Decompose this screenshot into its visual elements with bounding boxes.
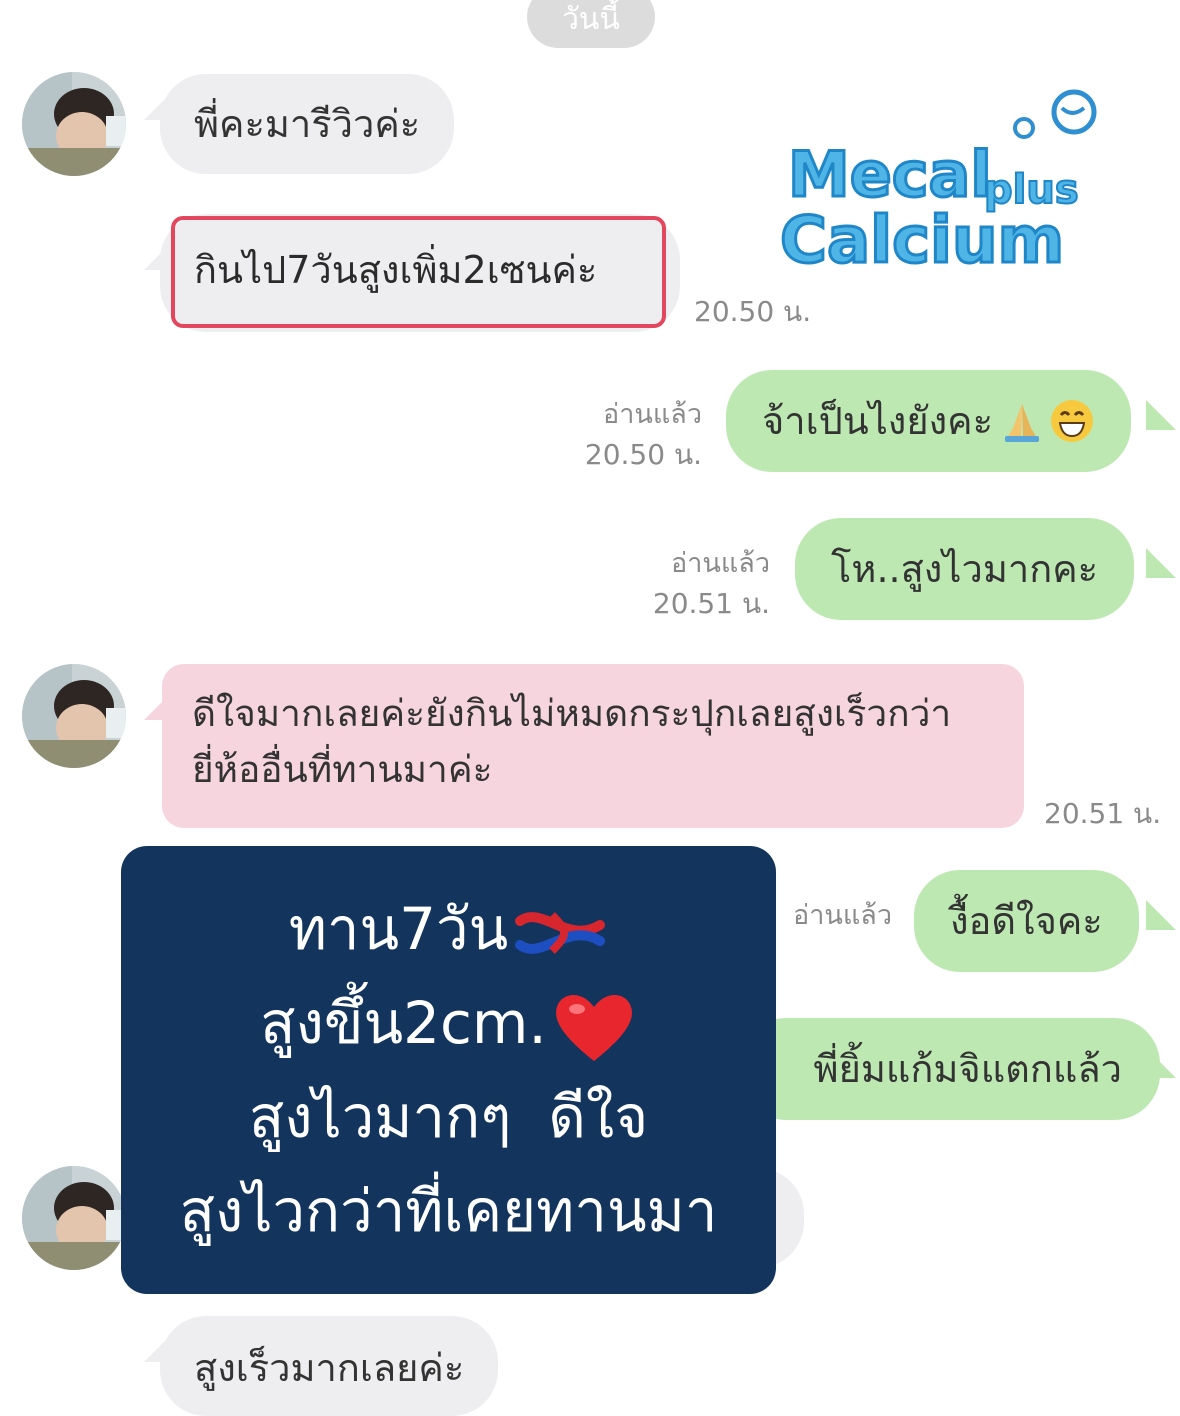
knot-icon bbox=[515, 912, 606, 954]
message-bubble-outgoing[interactable]: งื้อดีใจคะ bbox=[914, 870, 1139, 972]
promo-overlay: ทาน7วัน สูงขึ้น2cm. สูงไวมากๆ ดีใจ สูงไว… bbox=[121, 846, 776, 1294]
date-divider: วันนี้ bbox=[527, 0, 655, 48]
message-text: งื้อดีใจคะ bbox=[950, 899, 1103, 943]
read-status: อ่านแล้ว bbox=[603, 399, 702, 430]
message-text: โห..สูงไวมากคะ bbox=[831, 547, 1099, 591]
message-meta: อ่านแล้ว 20.51 น. bbox=[628, 544, 770, 624]
message-bubble-outgoing[interactable]: พี่ยิ้มแก้มจิแตกแล้ว bbox=[740, 1018, 1160, 1120]
avatar[interactable] bbox=[22, 664, 126, 768]
bubble-tail bbox=[1146, 900, 1176, 930]
bubble-tail bbox=[144, 1332, 174, 1362]
avatar[interactable] bbox=[22, 1166, 126, 1270]
brand-logo: Mecal plus Calcium bbox=[770, 88, 1110, 298]
brand-sub: Calcium bbox=[778, 203, 1065, 280]
bubble-tail bbox=[1146, 1048, 1176, 1078]
message-bubble-incoming[interactable]: สูงเร็วมากเลยค่ะ bbox=[160, 1316, 499, 1416]
user-photo-icon bbox=[22, 72, 126, 176]
avatar[interactable] bbox=[22, 72, 126, 176]
user-photo-icon bbox=[22, 1166, 126, 1270]
overlay-line: ทาน7วัน bbox=[121, 882, 776, 976]
message-time: 20.51 น. bbox=[652, 587, 770, 620]
red-heart-icon bbox=[555, 994, 632, 1061]
message-time: 20.51 น. bbox=[1044, 797, 1162, 830]
bubble-tail bbox=[1146, 400, 1176, 430]
message-meta: อ่านแล้ว 20.50 น. bbox=[560, 395, 702, 475]
user-photo-icon bbox=[22, 664, 126, 768]
message-bubble-incoming[interactable]: ดีใจมากเลยค่ะยังกินไม่หมดกระปุกเลยสูงเร็… bbox=[162, 664, 1024, 828]
message-bubble-outgoing[interactable]: จ้าเป็นไงยังคะ bbox=[726, 370, 1132, 472]
message-time: 20.50 น. bbox=[694, 295, 812, 328]
message-text: ดีใจมากเลยค่ะยังกินไม่หมดกระปุกเลยสูงเร็… bbox=[192, 692, 952, 791]
message-text: กินไป7วันสูงเพิ่ม2เซนค่ะ bbox=[194, 248, 598, 292]
folded-hands-icon bbox=[1005, 404, 1040, 442]
message-text: พี่คะมารีวิวค่ะ bbox=[194, 102, 421, 146]
brand-name: Mecal bbox=[787, 138, 994, 211]
message-text: จ้าเป็นไงยังคะ bbox=[762, 399, 994, 443]
message-text: สูงเร็วมากเลยค่ะ bbox=[194, 1346, 465, 1390]
message-bubble-incoming[interactable]: พี่คะมารีวิวค่ะ bbox=[160, 74, 455, 174]
message-bubble-outgoing[interactable]: โห..สูงไวมากคะ bbox=[795, 518, 1135, 620]
overlay-line: สูงไวมากๆ ดีใจ bbox=[248, 1083, 649, 1151]
message-time: 20.50 น. bbox=[584, 438, 702, 471]
overlay-line: สูงไวกว่าที่เคยทานมา bbox=[179, 1177, 718, 1245]
read-status: อ่านแล้ว bbox=[671, 548, 770, 579]
bubble-tail bbox=[1146, 548, 1176, 578]
overlay-line: สูงขึ้น2cm. bbox=[121, 976, 776, 1070]
grinning-face-icon bbox=[1051, 400, 1094, 442]
message-text: พี่ยิ้มแก้มจิแตกแล้ว bbox=[813, 1047, 1122, 1091]
read-status: อ่านแล้ว bbox=[793, 900, 892, 931]
